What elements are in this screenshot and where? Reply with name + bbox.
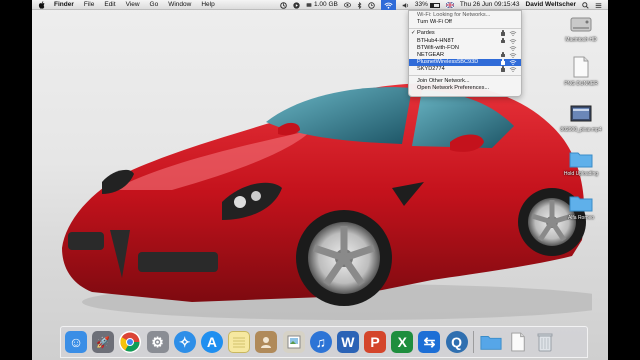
dock-itunes-icon[interactable]: ♫ xyxy=(309,331,332,353)
network-item[interactable]: ✓ Pardes xyxy=(409,30,521,37)
document-icon xyxy=(573,56,589,78)
desktop-icon-label: 802900_pixar.mp4 xyxy=(560,127,602,133)
dock-chrome-icon[interactable] xyxy=(119,331,142,353)
lock-icon xyxy=(501,66,505,72)
flag-icon[interactable] xyxy=(445,2,454,8)
menu-separator xyxy=(409,27,521,29)
lock-icon xyxy=(501,30,505,36)
turn-wifi-off-item[interactable]: Turn Wi-Fi Off xyxy=(409,19,521,26)
spotlight-search-icon[interactable] xyxy=(582,1,589,9)
menu-help[interactable]: Help xyxy=(201,0,214,10)
folder-icon xyxy=(569,196,593,212)
dock-finder-icon[interactable]: ☺ xyxy=(65,331,87,353)
network-name: PlusnetWireless5BC93D xyxy=(417,59,479,66)
notification-center-icon[interactable] xyxy=(595,2,602,9)
volume-icon[interactable] xyxy=(402,2,409,9)
network-name: SKYD2774 xyxy=(417,66,445,73)
dock: ☺ 🚀 ⚙ ✧ A ♫ W P X ⇆ Q xyxy=(60,326,588,358)
desktop-icon-label: Macintosh HD xyxy=(565,37,597,43)
desktop-icon-video-file[interactable]: 802900_pixar.mp4 xyxy=(556,104,606,133)
desktop-icon-png-dunner[interactable]: PNG DUNNER xyxy=(556,56,606,87)
menubar-clock[interactable]: Thu 26 Jun 09:15:43 xyxy=(460,0,520,10)
video-file-icon xyxy=(570,105,592,122)
wifi-signal-icon xyxy=(509,60,517,66)
dock-safari-icon[interactable]: ✧ xyxy=(173,331,196,353)
dock-documents-icon[interactable] xyxy=(507,331,529,353)
desktop-icon-folder[interactable]: Alfa Romeo xyxy=(556,194,606,221)
menu-edit[interactable]: Edit xyxy=(104,0,115,10)
battery-status[interactable]: 33% xyxy=(415,0,440,10)
network-name: BTHub4-HN8T xyxy=(417,37,454,44)
menu-go[interactable]: Go xyxy=(150,0,159,10)
lock-icon xyxy=(501,52,505,58)
menu-finder[interactable]: Finder xyxy=(54,0,74,10)
dock-downloads-folder-icon[interactable] xyxy=(480,331,502,353)
eye-icon[interactable] xyxy=(343,2,351,8)
wifi-signal-icon xyxy=(509,31,517,37)
clock-icon[interactable] xyxy=(368,1,375,9)
desktop-icon-label: PNG DUNNER xyxy=(564,81,598,87)
dock-excel-icon[interactable]: X xyxy=(391,331,414,353)
wifi-status: Wi-Fi: Looking for Networks... xyxy=(417,12,491,18)
dock-quicktime-icon[interactable]: Q xyxy=(445,331,468,353)
network-name: NETGEAR xyxy=(417,51,445,58)
network-item[interactable]: BTWifi-with-FON xyxy=(409,45,521,52)
wifi-signal-icon xyxy=(509,53,517,58)
dock-system-preferences-icon[interactable]: ⚙ xyxy=(146,331,169,353)
dock-word-icon[interactable]: W xyxy=(336,331,359,353)
storage-indicator[interactable]: 1.00 GB xyxy=(306,0,338,10)
play-icon[interactable] xyxy=(293,1,300,9)
sync-icon[interactable] xyxy=(280,1,287,9)
network-item[interactable]: BTHub4-HN8T xyxy=(409,38,521,45)
network-item[interactable]: SKYD2774 xyxy=(409,66,521,73)
wifi-signal-icon xyxy=(509,38,517,44)
desktop: Finder File Edit View Go Window Help 1.0… xyxy=(32,0,608,360)
status-area: 1.00 GB 33% Thu 26 Jun 09:15:43 David We… xyxy=(274,0,602,10)
checkmark-icon: ✓ xyxy=(411,30,416,37)
menu-window[interactable]: Window xyxy=(168,0,191,10)
desktop-icon-label: Alfa Romeo xyxy=(567,215,595,221)
user-name[interactable]: David Weltscher xyxy=(526,0,576,10)
dock-contacts-icon[interactable] xyxy=(255,331,278,353)
hard-drive-icon xyxy=(570,17,592,32)
dock-launchpad-icon[interactable]: 🚀 xyxy=(92,331,115,353)
network-name: Pardes xyxy=(417,30,435,37)
dock-trash-icon[interactable] xyxy=(534,331,556,353)
dock-powerpoint-icon[interactable]: P xyxy=(364,331,387,353)
wifi-dropdown-menu: Wi-Fi: Looking for Networks... Turn Wi-F… xyxy=(408,10,522,97)
wifi-signal-icon xyxy=(509,67,517,73)
dock-app-store-icon[interactable]: A xyxy=(200,331,223,353)
dock-preview-icon[interactable] xyxy=(282,331,305,353)
menu-view[interactable]: View xyxy=(126,0,140,10)
lock-icon xyxy=(501,37,505,44)
menu-separator xyxy=(409,75,521,76)
dock-notes-icon[interactable] xyxy=(228,331,251,353)
desktop-icon-folder[interactable]: Hold Uploading xyxy=(556,150,606,177)
dock-teamviewer-icon[interactable]: ⇆ xyxy=(418,331,441,353)
lock-icon xyxy=(501,59,505,65)
desktop-icon-label: Hold Uploading xyxy=(563,171,599,177)
apple-logo-icon[interactable] xyxy=(38,0,46,9)
network-item[interactable]: NETGEAR xyxy=(409,52,521,59)
desktop-icon-macintosh-hd[interactable]: Macintosh HD xyxy=(556,14,606,43)
menu-file[interactable]: File xyxy=(84,0,94,10)
battery-percent: 33% xyxy=(414,1,428,8)
network-name: BTWifi-with-FON xyxy=(417,44,459,51)
open-network-preferences-item[interactable]: Open Network Preferences... xyxy=(409,85,521,92)
wifi-menu-icon[interactable] xyxy=(380,0,396,10)
network-item-selected[interactable]: PlusnetWireless5BC93D xyxy=(409,59,521,67)
wallpaper-car xyxy=(62,83,592,320)
dock-divider xyxy=(472,331,474,353)
wifi-signal-icon xyxy=(509,46,517,51)
front-wheel xyxy=(296,210,392,306)
battery-icon xyxy=(429,2,440,8)
folder-icon xyxy=(569,152,593,168)
join-other-network-item[interactable]: Join Other Network... xyxy=(409,78,521,85)
storage-value: 1.00 GB xyxy=(314,1,338,8)
bluetooth-icon[interactable] xyxy=(357,1,362,9)
menu-bar: Finder File Edit View Go Window Help 1.0… xyxy=(32,0,608,10)
